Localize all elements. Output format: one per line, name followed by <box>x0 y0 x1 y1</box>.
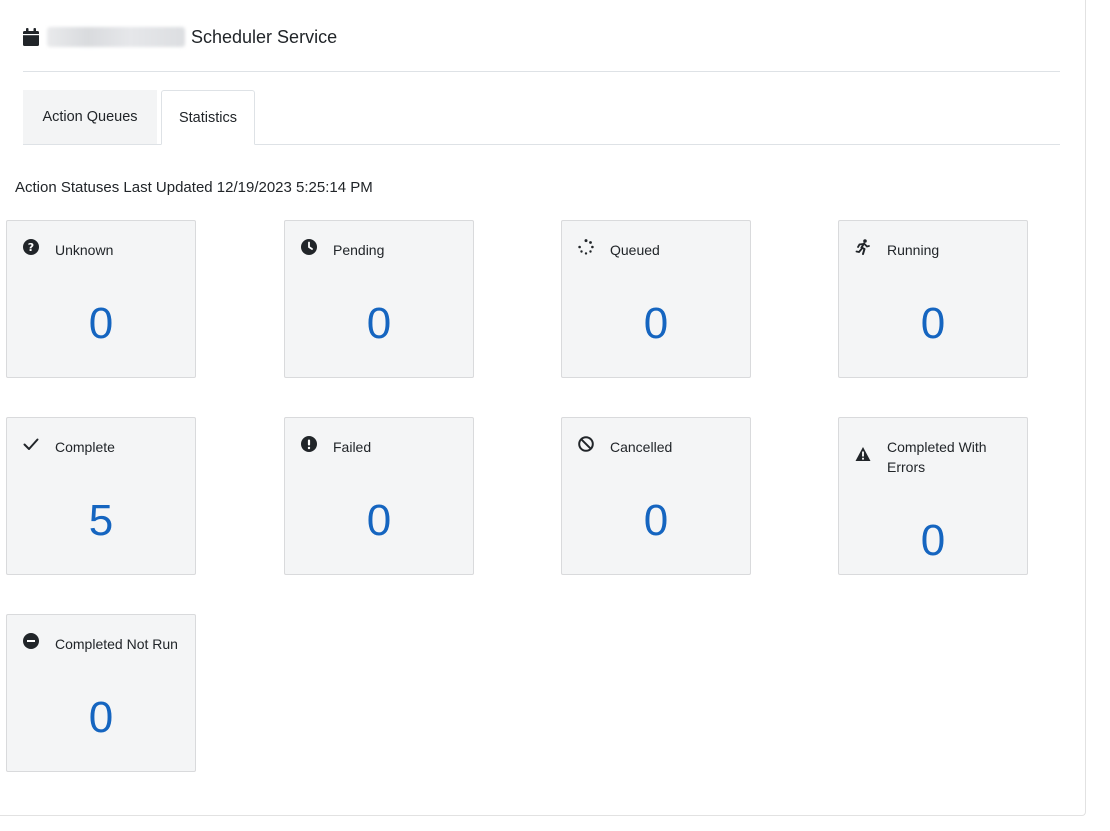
status-card-cancelled: Cancelled 0 <box>561 417 751 575</box>
tab-bar: Action Queues Statistics <box>23 90 1060 145</box>
status-card-queued: Queued 0 <box>561 220 751 378</box>
tab-statistics[interactable]: Statistics <box>161 90 255 145</box>
status-label: Completed Not Run <box>55 636 178 652</box>
status-card-failed: Failed 0 <box>284 417 474 575</box>
ban-icon <box>578 436 594 452</box>
checkmark-icon <box>23 438 39 450</box>
status-count: 0 <box>366 496 392 545</box>
warning-triangle-icon <box>855 447 871 461</box>
last-updated-text: Action Statuses Last Updated 12/19/2023 … <box>15 179 373 196</box>
minus-circle-icon <box>23 633 39 649</box>
page-title: Scheduler Service <box>191 26 338 47</box>
status-label: Queued <box>610 242 660 258</box>
status-label: Completed With Errors <box>887 439 987 475</box>
status-label: Complete <box>55 439 115 455</box>
exclamation-circle-icon <box>301 436 317 452</box>
status-count: 0 <box>88 299 114 348</box>
scheduler-panel: Scheduler Service Action Queues Statisti… <box>0 0 1086 816</box>
calendar-icon <box>23 28 39 46</box>
status-card-pending: Pending 0 <box>284 220 474 378</box>
status-count: 0 <box>643 496 669 545</box>
status-card-unknown: ? Unknown 0 <box>6 220 196 378</box>
svg-text:?: ? <box>28 241 34 254</box>
redacted-server-name <box>47 27 185 47</box>
status-label: Cancelled <box>610 439 673 455</box>
status-count: 5 <box>88 496 114 545</box>
question-circle-icon: ? <box>23 239 39 255</box>
status-label: Running <box>887 242 940 258</box>
status-label: Failed <box>333 439 372 455</box>
tab-action-queues[interactable]: Action Queues <box>23 90 157 144</box>
status-count: 0 <box>643 299 669 348</box>
status-label: Pending <box>333 242 385 258</box>
status-card-complete: Complete 5 <box>6 417 196 575</box>
status-card-completed-with-errors: Completed With Errors 0 <box>838 417 1028 575</box>
status-count: 0 <box>366 299 392 348</box>
page-header: Scheduler Service <box>23 24 337 50</box>
status-count: 0 <box>88 693 114 742</box>
status-card-completed-not-run: Completed Not Run 0 <box>6 614 196 772</box>
clock-icon <box>301 239 317 255</box>
status-card-running: Running 0 <box>838 220 1028 378</box>
status-count: 0 <box>920 299 946 348</box>
status-count: 0 <box>920 516 946 565</box>
spinner-icon <box>578 239 594 255</box>
running-person-icon <box>855 239 870 255</box>
header-divider <box>23 71 1060 72</box>
status-label: Unknown <box>55 242 114 258</box>
